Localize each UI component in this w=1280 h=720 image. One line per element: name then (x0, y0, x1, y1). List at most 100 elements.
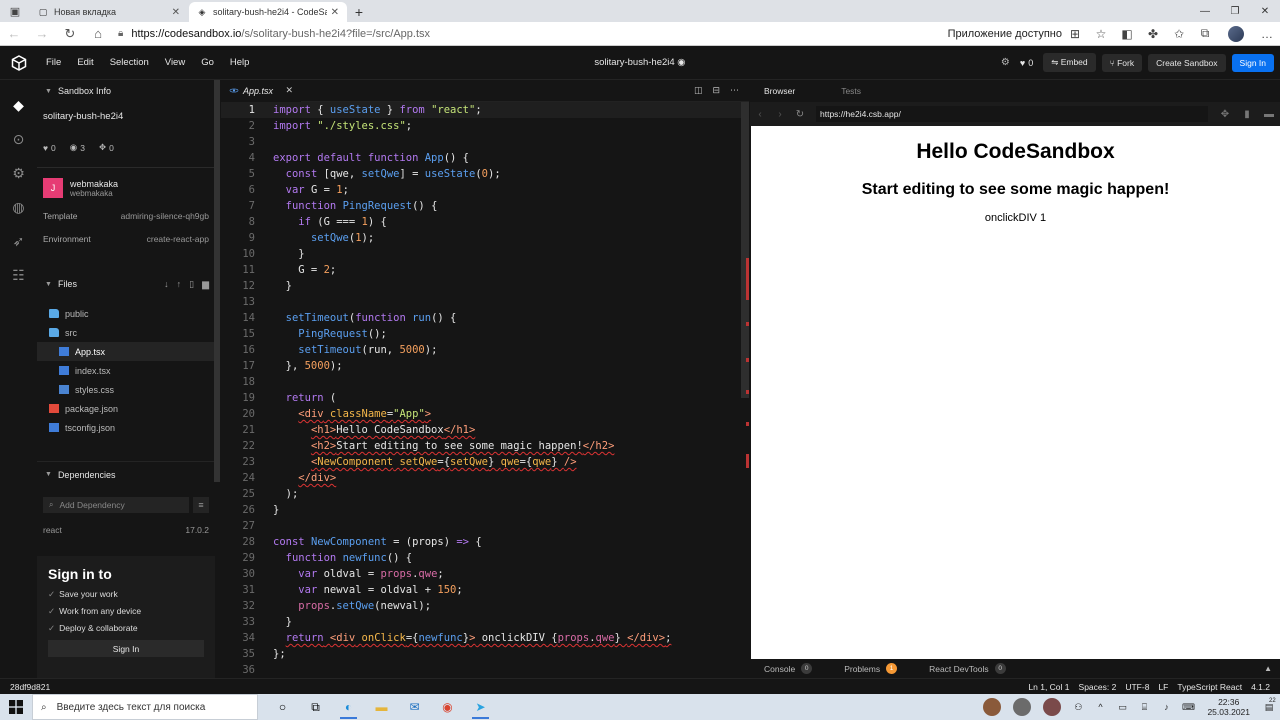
favorites-icon[interactable]: ✩ (1166, 27, 1192, 41)
code-line[interactable]: 10 } (221, 246, 749, 262)
indentation[interactable]: Spaces: 2 (1079, 682, 1117, 692)
editor-scrollbar[interactable] (741, 102, 749, 398)
cursor-position[interactable]: Ln 1, Col 1 (1028, 682, 1069, 692)
code-line[interactable]: 15 PingRequest(); (221, 326, 749, 342)
like-button[interactable]: ♥ 0 (1020, 58, 1033, 68)
sidebar-sign-in-button[interactable]: Sign In (48, 640, 204, 657)
sandbox-name[interactable]: solitary-bush-he2i4 (37, 102, 215, 122)
code-line[interactable]: 6 var G = 1; (221, 182, 749, 198)
code-line[interactable]: 32 props.setQwe(newval); (221, 598, 749, 614)
code-line[interactable]: 26} (221, 502, 749, 518)
sign-in-button[interactable]: Sign In (1231, 53, 1274, 72)
code-line[interactable]: 16 setTimeout(run, 5000); (221, 342, 749, 358)
file-tree-item[interactable]: src (37, 323, 215, 342)
code-content[interactable]: 1 import { useState } from "react"; 2 impor… (221, 102, 749, 678)
code-line[interactable]: 17 }, 5000); (221, 358, 749, 374)
code-line[interactable]: 14 setTimeout(function run() { (221, 310, 749, 326)
code-line[interactable]: 21 <h1>Hello CodeSandbox</h1> (221, 422, 749, 438)
split-editor-icon[interactable]: ◫ (694, 85, 703, 96)
dependency-list-icon[interactable]: ≡ (193, 497, 209, 513)
search-icon[interactable]: ⊙ (0, 122, 37, 156)
console-tab[interactable]: Console 0 (764, 663, 813, 674)
close-tab-icon[interactable]: ✕ (331, 7, 339, 18)
extension-colorful-icon[interactable]: ✤ (1140, 27, 1166, 41)
open-new-window-icon[interactable]: ▮ (1236, 109, 1258, 120)
url-field[interactable]: 🔒︎ https://codesandbox.io/s/solitary-bus… (112, 28, 948, 40)
preview-iframe[interactable]: Hello CodeSandbox Start editing to see s… (751, 126, 1280, 659)
code-line[interactable]: 28 const NewComponent = (props) => { (221, 534, 749, 550)
settings-gear-icon[interactable]: ⚙ (997, 57, 1014, 68)
upload-icon[interactable]: ↑ (177, 279, 182, 290)
forward-icon[interactable]: › (770, 109, 790, 120)
back-icon[interactable]: ‹ (750, 109, 770, 120)
files-header[interactable]: ▼ Files ↓ ↑ ▯ ▆ (37, 272, 215, 296)
edge-icon[interactable]: ◐ (332, 694, 365, 720)
task-view-icon[interactable]: ⧉ (299, 694, 332, 720)
minimize-icon[interactable]: — (1190, 0, 1220, 22)
close-tab-icon[interactable]: ✕ (285, 85, 293, 96)
fork-button[interactable]: ⑂ Fork (1101, 53, 1143, 72)
collections-icon[interactable]: ⧉ (1192, 26, 1218, 41)
volume-icon[interactable]: ♪ (1155, 702, 1177, 712)
sandbox-info-header[interactable]: ▼ Sandbox Info (37, 80, 215, 102)
tab-browser[interactable]: Browser (764, 86, 795, 96)
app-available-label[interactable]: Приложение доступно (948, 28, 1062, 40)
menu-file[interactable]: File (46, 57, 61, 68)
code-line[interactable]: 27 (221, 518, 749, 534)
code-line[interactable]: 34 return <div onClick={newfunc}> onclic… (221, 630, 749, 646)
download-icon[interactable]: ↓ (164, 279, 169, 290)
chrome-icon[interactable]: ◉ (431, 694, 464, 720)
tray-avatar-3[interactable] (1043, 698, 1062, 716)
back-icon[interactable]: ← (0, 26, 28, 41)
code-line[interactable]: 23 <NewComponent setQwe={setQwe} qwe={qw… (221, 454, 749, 470)
file-tree-item[interactable]: tsconfig.json (37, 418, 215, 437)
code-line[interactable]: 18 (221, 374, 749, 390)
codesandbox-logo-icon[interactable] (0, 54, 38, 71)
react-devtools-tab[interactable]: React DevTools 0 (929, 663, 1006, 674)
menu-view[interactable]: View (165, 57, 185, 68)
browser-tab-new[interactable]: ▢ Новая вкладка ✕ (30, 2, 188, 22)
encoding[interactable]: UTF-8 (1125, 682, 1149, 692)
code-line[interactable]: 3 (221, 134, 749, 150)
file-tree-item[interactable]: index.tsx (37, 361, 215, 380)
favorite-add-icon[interactable]: ☆ (1088, 27, 1114, 41)
cortana-icon[interactable]: ○ (266, 694, 299, 720)
home-icon[interactable]: ⌂ (84, 26, 112, 41)
dependency-item[interactable]: react 17.0.2 (37, 525, 215, 535)
ts-version[interactable]: 4.1.2 (1251, 682, 1270, 692)
preview-layout-icon[interactable]: ▬ (1258, 109, 1280, 120)
telegram-icon[interactable]: ➤ (464, 694, 497, 720)
preview-clickable-div[interactable]: onclickDIV 1 (751, 212, 1280, 224)
settings-icon[interactable]: ⚙ (0, 156, 37, 190)
code-line[interactable]: 19 return ( (221, 390, 749, 406)
sidebar-scrollbar[interactable] (214, 80, 220, 482)
code-line[interactable]: 13 (221, 294, 749, 310)
profile-avatar[interactable] (1228, 25, 1244, 42)
line-ending[interactable]: LF (1158, 682, 1168, 692)
tray-avatar-2[interactable] (1013, 698, 1032, 716)
keyboard-icon[interactable]: ⌨ (1177, 702, 1199, 713)
code-line[interactable]: 22 <h2>Start editing to see some magic h… (221, 438, 749, 454)
deploy-rocket-icon[interactable]: ➶ (0, 224, 37, 258)
problems-tab[interactable]: Problems 1 (844, 663, 898, 674)
code-line[interactable]: 35}; (221, 646, 749, 662)
browser-tab-codesandbox[interactable]: ◈ solitary-bush-he2i4 - CodeSandbox ✕ (189, 2, 347, 22)
file-tree-item[interactable]: styles.css (37, 380, 215, 399)
code-line[interactable]: 2 import "./styles.css"; (221, 118, 749, 134)
people-icon[interactable]: ⚇ (1067, 702, 1089, 713)
tray-avatar-1[interactable] (983, 698, 1002, 716)
clock[interactable]: 22:36 25.03.2021 (1207, 697, 1250, 717)
code-line[interactable]: 8 if (G === 1) { (221, 214, 749, 230)
code-line[interactable]: 9 setQwe(1); (221, 230, 749, 246)
network-icon[interactable]: ⌸ (1133, 702, 1155, 713)
new-folder-icon[interactable]: ▆ (202, 279, 209, 290)
author[interactable]: J webmakaka webmakaka (37, 178, 215, 198)
code-line[interactable]: 20 <div className="App"> (221, 406, 749, 422)
file-tree-item[interactable]: public (37, 304, 215, 323)
extension-icon[interactable]: ◧ (1114, 27, 1140, 41)
toggle-preview-icon[interactable]: ⊟ (712, 85, 720, 96)
code-line[interactable]: 4 export default function App() { (221, 150, 749, 166)
tray-expand-icon[interactable]: ^ (1089, 702, 1111, 712)
expand-up-icon[interactable]: ▲ (1264, 664, 1272, 673)
editor-more-icon[interactable]: ⋯ (730, 85, 739, 96)
